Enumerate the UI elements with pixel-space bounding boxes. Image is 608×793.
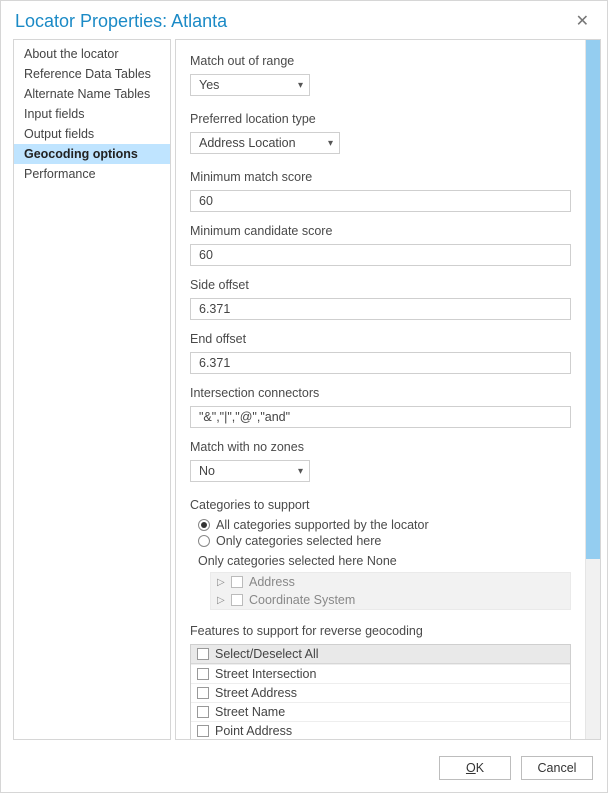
checkbox-icon[interactable]	[197, 648, 209, 660]
dialog-body: About the locator Reference Data Tables …	[1, 39, 607, 746]
reverse-feature-select-all[interactable]: Select/Deselect All	[191, 645, 570, 664]
sidebar-item-reference-data[interactable]: Reference Data Tables	[14, 64, 170, 84]
sidebar-item-alternate-names[interactable]: Alternate Name Tables	[14, 84, 170, 104]
checkbox-icon[interactable]	[231, 576, 243, 588]
tree-item-coordinate-system[interactable]: ▷ Coordinate System	[211, 591, 570, 609]
label-categories: Categories to support	[190, 498, 571, 512]
input-side-offset[interactable]	[190, 298, 571, 320]
reverse-feature-row[interactable]: Street Name	[191, 702, 570, 721]
chevron-down-icon: ▾	[328, 138, 333, 149]
sidebar-item-performance[interactable]: Performance	[14, 164, 170, 184]
radio-icon	[198, 519, 210, 531]
feature-label: Street Name	[215, 705, 285, 719]
feature-label: Point Address	[215, 724, 292, 738]
categories-tree: ▷ Address ▷ Coordinate System	[210, 572, 571, 610]
vertical-scrollbar[interactable]	[585, 40, 600, 739]
feature-label: Street Address	[215, 686, 297, 700]
feature-label: Street Intersection	[215, 667, 316, 681]
tree-item-label: Address	[249, 575, 295, 589]
close-icon[interactable]: ✕	[570, 9, 595, 33]
reverse-feature-row[interactable]: Street Address	[191, 683, 570, 702]
checkbox-icon[interactable]	[231, 594, 243, 606]
input-min-candidate-score[interactable]	[190, 244, 571, 266]
main-panel: Match out of range Yes ▾ Preferred locat…	[176, 40, 585, 739]
chevron-down-icon: ▾	[298, 466, 303, 477]
chevron-down-icon: ▾	[298, 80, 303, 91]
ok-button[interactable]: OK	[439, 756, 511, 780]
radio-selected-categories[interactable]: Only categories selected here	[198, 534, 571, 548]
select-value: Address Location	[199, 136, 296, 150]
select-match-no-zones[interactable]: No ▾	[190, 460, 310, 482]
radio-all-categories[interactable]: All categories supported by the locator	[198, 518, 571, 532]
expand-icon: ▷	[217, 577, 225, 588]
checkbox-icon[interactable]	[197, 706, 209, 718]
label-min-match-score: Minimum match score	[190, 170, 571, 184]
input-end-offset[interactable]	[190, 352, 571, 374]
categories-sublabel: Only categories selected here None	[198, 554, 571, 568]
radio-label: Only categories selected here	[216, 534, 381, 548]
locator-properties-dialog: Locator Properties: Atlanta ✕ About the …	[0, 0, 608, 793]
radio-icon	[198, 535, 210, 547]
tree-item-address[interactable]: ▷ Address	[211, 573, 570, 591]
checkbox-icon[interactable]	[197, 725, 209, 737]
sidebar-item-input-fields[interactable]: Input fields	[14, 104, 170, 124]
input-intersection-connectors[interactable]	[190, 406, 571, 428]
select-preferred-location-type[interactable]: Address Location ▾	[190, 132, 340, 154]
feature-label: Select/Deselect All	[215, 647, 319, 661]
label-end-offset: End offset	[190, 332, 571, 346]
select-value: No	[199, 464, 215, 478]
titlebar: Locator Properties: Atlanta ✕	[1, 1, 607, 39]
reverse-feature-row[interactable]: Point Address	[191, 721, 570, 739]
label-min-candidate-score: Minimum candidate score	[190, 224, 571, 238]
reverse-features-list: Select/Deselect All Street Intersection …	[190, 644, 571, 739]
label-preferred-location-type: Preferred location type	[190, 112, 571, 126]
sidebar: About the locator Reference Data Tables …	[13, 39, 171, 740]
label-match-no-zones: Match with no zones	[190, 440, 571, 454]
select-value: Yes	[199, 78, 219, 92]
sidebar-item-output-fields[interactable]: Output fields	[14, 124, 170, 144]
checkbox-icon[interactable]	[197, 687, 209, 699]
dialog-title: Locator Properties: Atlanta	[15, 11, 227, 32]
sidebar-item-about[interactable]: About the locator	[14, 44, 170, 64]
label-intersection-connectors: Intersection connectors	[190, 386, 571, 400]
select-match-out-of-range[interactable]: Yes ▾	[190, 74, 310, 96]
sidebar-item-geocoding-options[interactable]: Geocoding options	[14, 144, 170, 164]
dialog-footer: OK Cancel	[1, 746, 607, 792]
input-min-match-score[interactable]	[190, 190, 571, 212]
label-match-out-of-range: Match out of range	[190, 54, 571, 68]
cancel-button[interactable]: Cancel	[521, 756, 593, 780]
ok-rest: K	[476, 761, 484, 775]
reverse-feature-row[interactable]: Street Intersection	[191, 664, 570, 683]
tree-item-label: Coordinate System	[249, 593, 355, 607]
label-side-offset: Side offset	[190, 278, 571, 292]
checkbox-icon[interactable]	[197, 668, 209, 680]
radio-label: All categories supported by the locator	[216, 518, 429, 532]
expand-icon: ▷	[217, 595, 225, 606]
ok-underline: O	[466, 761, 476, 775]
label-reverse-features: Features to support for reverse geocodin…	[190, 624, 571, 638]
main-panel-wrap: Match out of range Yes ▾ Preferred locat…	[175, 39, 601, 740]
